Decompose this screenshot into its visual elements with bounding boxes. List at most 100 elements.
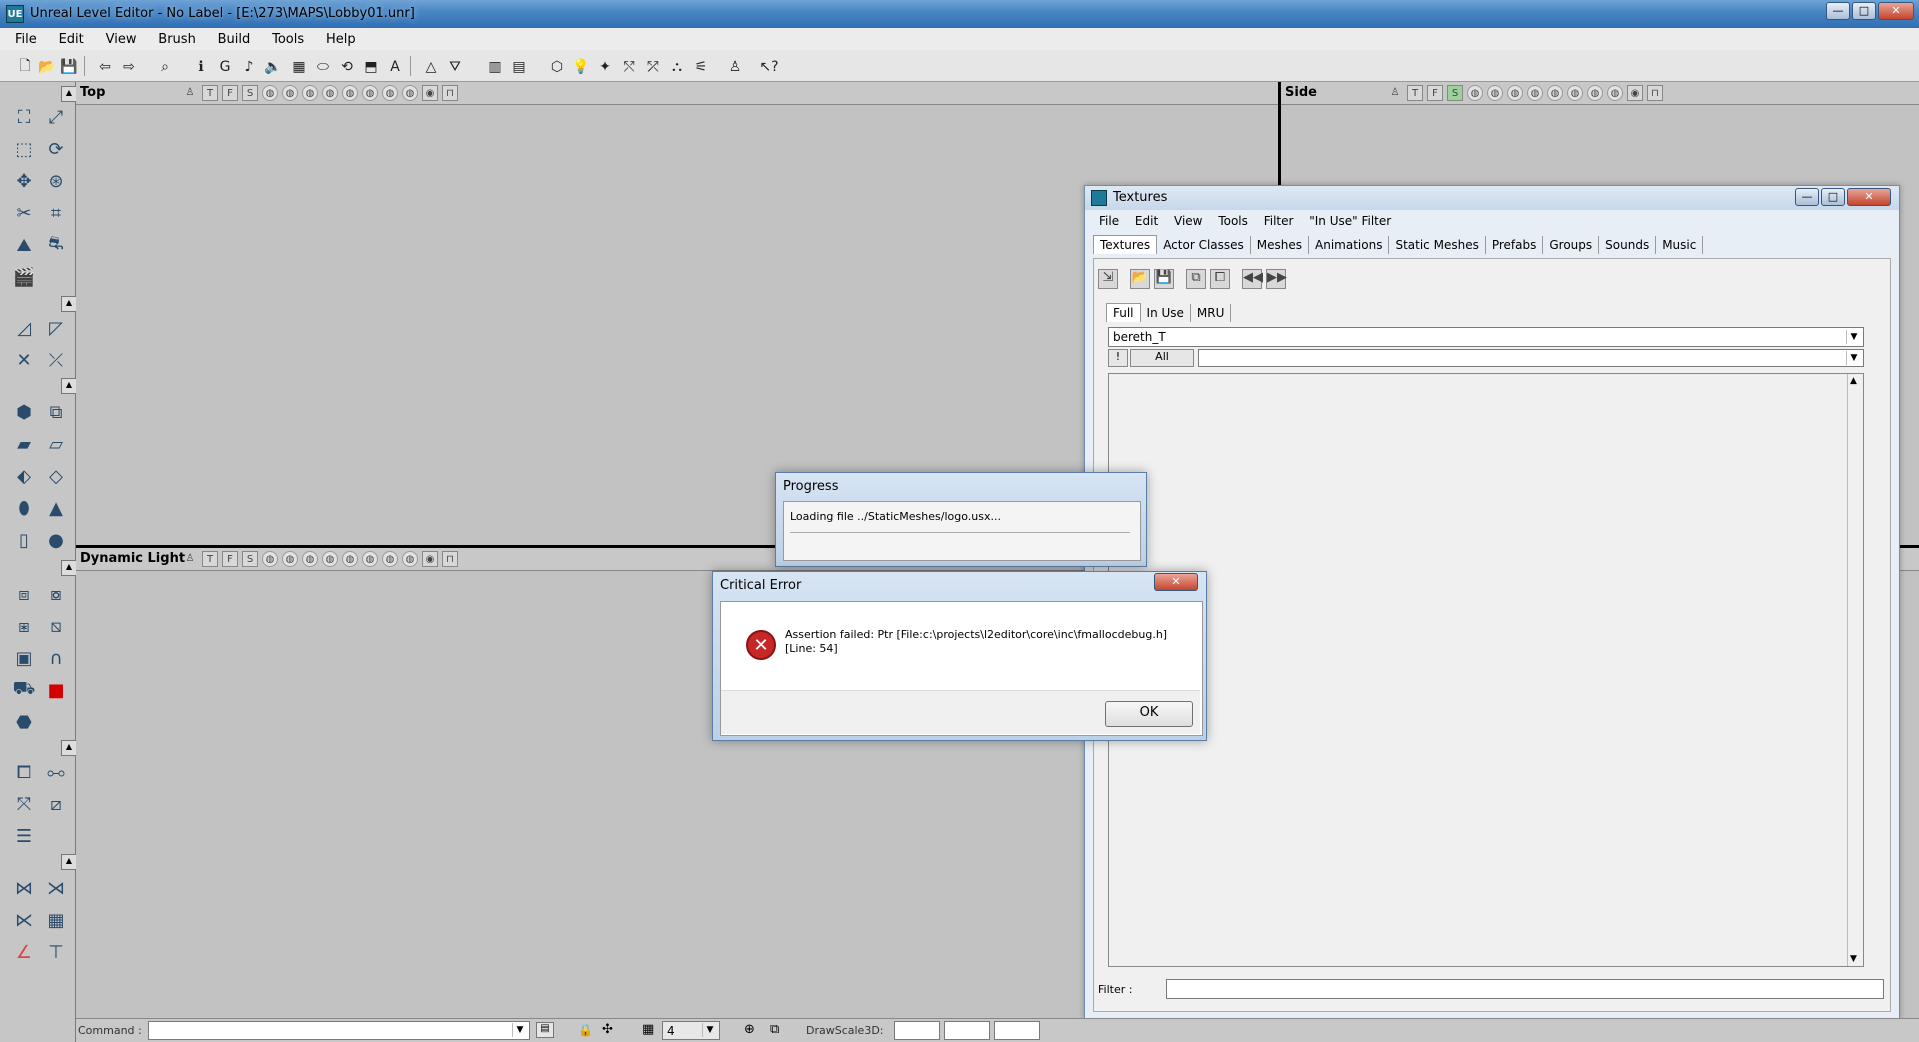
maximize-button[interactable]: □ [1852, 2, 1876, 20]
filter-input[interactable] [1166, 979, 1884, 999]
texture-browser-icon[interactable]: ▦ [288, 56, 310, 78]
collapse-arrow-icon[interactable]: ▲ [61, 378, 77, 394]
next-icon[interactable]: ▶▶ [1266, 269, 1287, 289]
texture-view-icon[interactable]: ◍ [1507, 85, 1523, 101]
camera-speed-icon[interactable]: ⧄ [42, 790, 70, 818]
realtime-preview-icon[interactable]: ◉ [422, 85, 438, 101]
new-map-icon[interactable]: 🗋 [14, 56, 36, 78]
align-icon[interactable]: ☰ [10, 822, 38, 850]
tab-textures[interactable]: Textures [1093, 235, 1158, 254]
texture-thumbnail-area[interactable]: ▲ ▼ [1108, 373, 1864, 967]
maximize-viewport-icon[interactable]: ⧉ [770, 1022, 779, 1037]
menu-build[interactable]: Build [209, 28, 260, 51]
music-browser-icon[interactable]: ♪ [238, 56, 260, 78]
open-package-icon[interactable]: 📂 [1130, 269, 1150, 289]
redo-icon[interactable]: ⇨ [118, 56, 140, 78]
camera-icon[interactable]: ♙ [182, 551, 198, 567]
tab-meshes[interactable]: Meshes [1251, 236, 1310, 254]
textures-menu-tools[interactable]: Tools [1212, 213, 1254, 229]
animation-browser-icon[interactable]: ⟲ [336, 56, 358, 78]
previous-icon[interactable]: ◀◀ [1242, 269, 1263, 289]
csg-add-icon[interactable]: ⧈ [10, 580, 38, 608]
save-map-icon[interactable]: 💾 [58, 56, 80, 78]
textures-menu-filter[interactable]: Filter [1258, 213, 1300, 229]
chevron-down-icon[interactable]: ▼ [702, 1023, 717, 1037]
lock-viewport-icon[interactable]: ⊓ [442, 551, 458, 567]
add-volume-icon[interactable]: ⬣ [10, 708, 38, 736]
menu-brush[interactable]: Brush [149, 28, 205, 51]
show-all-icon[interactable]: ⤧ [10, 790, 38, 818]
filter-all-button[interactable]: ! [1108, 349, 1128, 367]
depth-view-icon[interactable]: ◍ [1607, 85, 1623, 101]
textures-close-button[interactable]: ✕ [1847, 188, 1891, 206]
camera-icon[interactable]: ♙ [182, 85, 198, 101]
build-bsp-icon[interactable]: ⬡ [546, 56, 568, 78]
matinee-mode-icon[interactable]: ⛐ [42, 231, 70, 259]
scroll-up-icon[interactable]: ▲ [1850, 376, 1857, 386]
mirror-z-icon[interactable]: ⋉ [10, 906, 38, 934]
vertical-scrollbar[interactable]: ▲ ▼ [1847, 374, 1863, 966]
mesh-browser-icon[interactable]: ⬭ [312, 56, 334, 78]
save-package-icon[interactable]: 💾 [1154, 269, 1174, 289]
copy-icon[interactable]: ⧠ [1210, 269, 1230, 289]
prefab-browser-icon[interactable]: ⬒ [360, 56, 382, 78]
menu-tools[interactable]: Tools [263, 28, 313, 51]
chevron-down-icon[interactable]: ▼ [1846, 351, 1861, 365]
log-window-icon[interactable]: ▤ [536, 1022, 554, 1038]
matinee-icon[interactable]: ⛛ [444, 56, 466, 78]
sphere-brush-icon[interactable]: ● [42, 526, 70, 554]
lighting-view-icon[interactable]: ◍ [1527, 85, 1543, 101]
mirror-x-icon[interactable]: ⋈ [10, 874, 38, 902]
drawscale-z-input[interactable] [994, 1021, 1040, 1040]
terrain-edit-icon[interactable]: ⛰ [10, 231, 38, 259]
pivot-icon[interactable]: ⊤ [42, 938, 70, 966]
depth-view-icon[interactable]: ◍ [402, 551, 418, 567]
drawscale-y-input[interactable] [944, 1021, 990, 1040]
build-covers-icon[interactable]: ⤱ [642, 56, 664, 78]
zone-view-icon[interactable]: ◍ [282, 85, 298, 101]
build-geometry-icon[interactable]: ▥ [484, 56, 506, 78]
csg-subtract-icon[interactable]: ⧇ [42, 580, 70, 608]
front-view-icon[interactable]: F [222, 85, 238, 101]
side-view-icon[interactable]: S [1447, 85, 1463, 101]
top-view-icon[interactable]: T [202, 85, 218, 101]
movie-icon[interactable]: 🎬 [10, 263, 38, 291]
front-view-icon[interactable]: F [222, 551, 238, 567]
actor-properties-icon[interactable]: ℹ [190, 56, 212, 78]
hide-selected-icon[interactable]: ⧟ [42, 758, 70, 786]
import-icon[interactable]: ⇲ [1098, 269, 1118, 289]
lock-viewport-icon[interactable]: ⊓ [1647, 85, 1663, 101]
menu-view[interactable]: View [97, 28, 146, 51]
top-view-icon[interactable]: T [1407, 85, 1423, 101]
collapse-arrow-icon[interactable]: ▲ [61, 296, 77, 312]
add-antiportal-icon[interactable]: ■ [42, 676, 70, 704]
poly-view-icon[interactable]: ◍ [342, 551, 358, 567]
ok-button[interactable]: OK [1105, 701, 1193, 727]
chevron-down-icon[interactable]: ▼ [1846, 330, 1861, 344]
side-view-icon[interactable]: S [242, 85, 258, 101]
lighting-view-icon[interactable]: ◍ [322, 551, 338, 567]
grid-toggle-icon[interactable]: ▦ [42, 906, 70, 934]
font-icon[interactable]: A [384, 56, 406, 78]
tab-actor-classes[interactable]: Actor Classes [1157, 236, 1251, 254]
grid-size-icon[interactable]: ▦ [642, 1022, 654, 1037]
group-browser-icon[interactable]: G [214, 56, 236, 78]
textures-minimize-button[interactable]: — [1795, 188, 1819, 206]
dynamic-light-view-icon[interactable]: ◍ [1567, 85, 1583, 101]
rotation-snap-icon[interactable]: ⊕ [744, 1022, 755, 1037]
terrain-brush-icon[interactable]: ⬖ [10, 462, 38, 490]
camera-icon[interactable]: ♙ [1387, 85, 1403, 101]
undo-icon[interactable]: ⇦ [94, 56, 116, 78]
textures-menu-view[interactable]: View [1168, 213, 1208, 229]
subtab-full[interactable]: Full [1106, 303, 1141, 322]
front-view-icon[interactable]: F [1427, 85, 1443, 101]
build-settings-icon[interactable]: ⚟ [690, 56, 712, 78]
side-view-icon[interactable]: S [242, 551, 258, 567]
subtab-mru[interactable]: MRU [1191, 304, 1232, 322]
texture-view-icon[interactable]: ◍ [302, 551, 318, 567]
textures-maximize-button[interactable]: □ [1821, 188, 1845, 206]
build-paths-icon[interactable]: ⤲ [618, 56, 640, 78]
command-input[interactable]: ▼ [148, 1021, 530, 1040]
cone-brush-icon[interactable]: ▲ [42, 494, 70, 522]
brush-clip-icon[interactable]: ✂ [10, 199, 38, 227]
